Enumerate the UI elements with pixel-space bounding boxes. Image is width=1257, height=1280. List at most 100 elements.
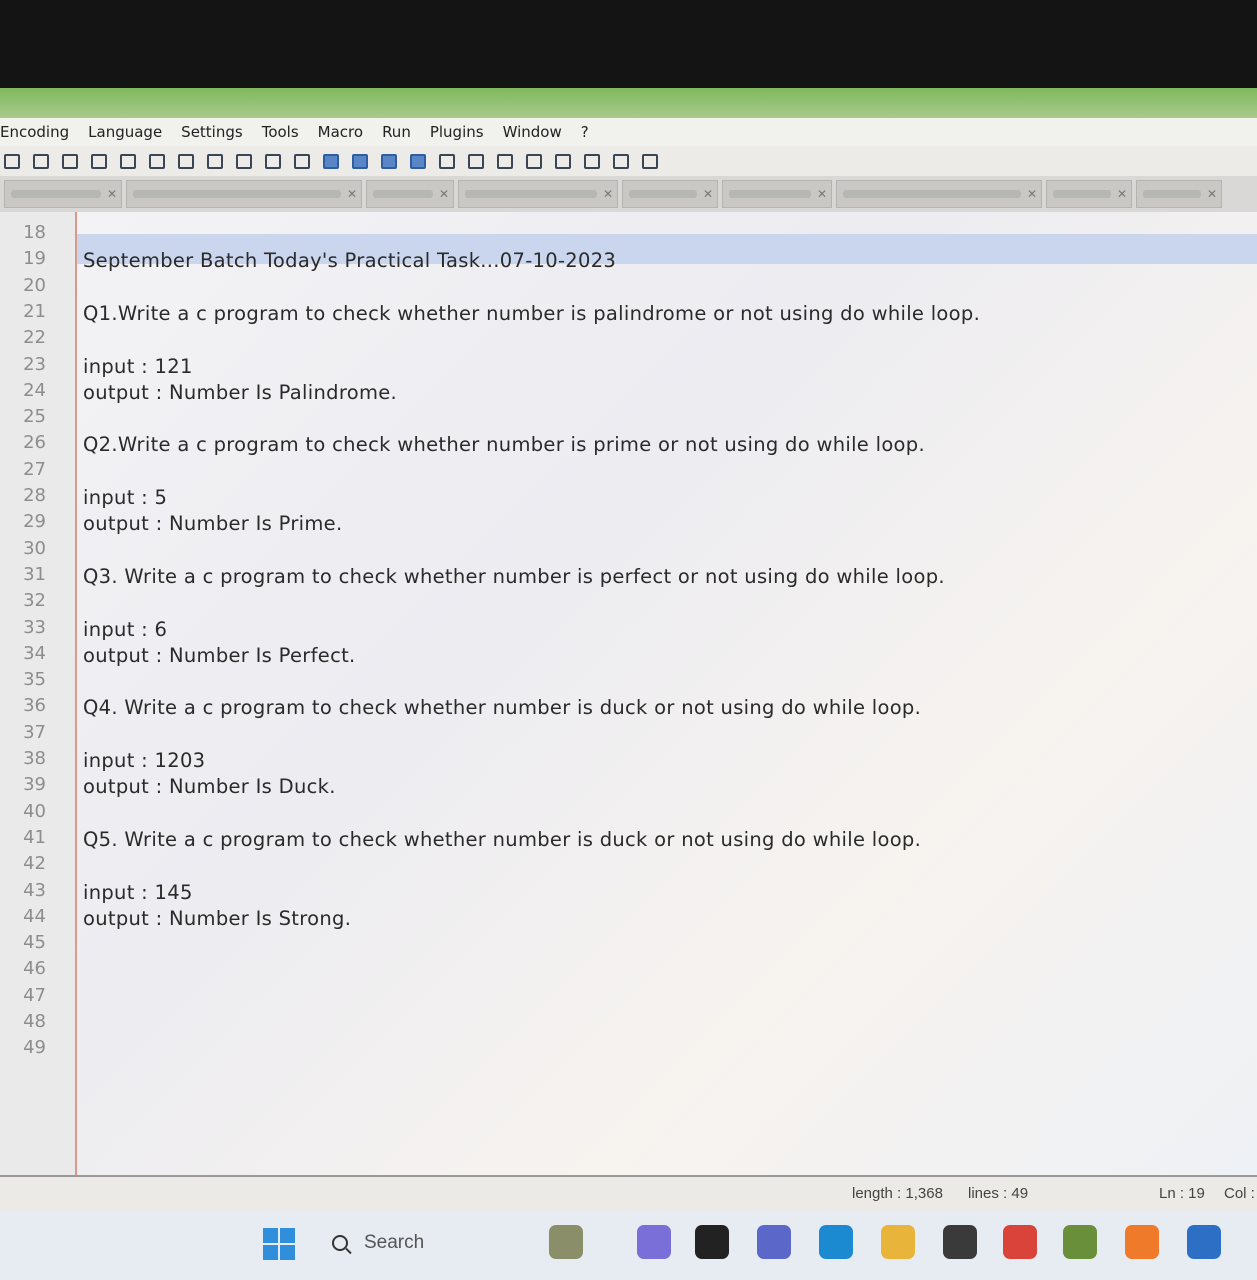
cut-icon[interactable] (2, 151, 22, 171)
file-tab[interactable]: ✕ (366, 180, 454, 208)
menu-item[interactable]: Run (382, 123, 411, 141)
find-icon[interactable] (147, 151, 167, 171)
line-number: 27 (23, 458, 46, 480)
undo-icon[interactable] (89, 151, 109, 171)
close-icon[interactable]: ✕ (603, 187, 613, 201)
editor-line[interactable]: output : Number Is Prime. (83, 512, 342, 535)
close-icon[interactable]: ✕ (439, 187, 449, 201)
file-tab[interactable]: ✕ (4, 180, 122, 208)
sync-h-icon[interactable] (292, 151, 312, 171)
editor-line[interactable]: Q3. Write a c program to check whether n… (83, 565, 945, 588)
editor-line[interactable]: output : Number Is Perfect. (83, 644, 356, 667)
line-number: 29 (23, 511, 46, 533)
editor-line[interactable]: input : 121 (83, 355, 193, 378)
teams-chat-icon[interactable] (757, 1225, 791, 1259)
editor-line[interactable]: Q5. Write a c program to check whether n… (83, 828, 921, 851)
file-tab[interactable]: ✕ (126, 180, 362, 208)
close-icon[interactable]: ✕ (703, 187, 713, 201)
editor-line[interactable]: Q1.Write a c program to check whether nu… (83, 302, 980, 325)
edge-icon[interactable] (819, 1225, 853, 1259)
chrome-icon[interactable] (1003, 1225, 1037, 1259)
menu-item[interactable]: Plugins (430, 123, 484, 141)
editor-line[interactable]: input : 145 (83, 881, 193, 904)
menu-item[interactable]: Tools (262, 123, 299, 141)
close-icon[interactable]: ✕ (817, 187, 827, 201)
widgets-icon[interactable] (549, 1225, 583, 1259)
menu-item[interactable]: Language (88, 123, 162, 141)
save-macro-icon[interactable] (640, 151, 660, 171)
line-number: 23 (23, 353, 46, 375)
monitoring-icon[interactable] (495, 151, 515, 171)
redo-icon[interactable] (118, 151, 138, 171)
line-number: 47 (23, 984, 46, 1006)
search-placeholder: Search (364, 1232, 425, 1253)
stop-record-icon[interactable] (553, 151, 573, 171)
replace-icon[interactable] (176, 151, 196, 171)
record-macro-icon[interactable] (524, 151, 544, 171)
editor-line[interactable]: input : 6 (83, 618, 167, 641)
close-icon[interactable]: ✕ (347, 187, 357, 201)
zoom-out-icon[interactable] (234, 151, 254, 171)
menu-item[interactable]: Window (503, 123, 562, 141)
menu-item[interactable]: Settings (181, 123, 243, 141)
start-button-icon[interactable] (263, 1228, 295, 1260)
run-macro-multiple-icon[interactable] (611, 151, 631, 171)
taskbar-search[interactable]: Search (320, 1223, 520, 1263)
editor-line[interactable]: Q2.Write a c program to check whether nu… (83, 433, 925, 456)
firefox-icon[interactable] (1125, 1225, 1159, 1259)
file-tab[interactable]: ✕ (722, 180, 832, 208)
menu-item[interactable]: ? (581, 123, 589, 141)
editor-line[interactable]: September Batch Today's Practical Task..… (83, 249, 616, 272)
line-number: 48 (23, 1011, 46, 1032)
file-tab[interactable]: ✕ (1136, 180, 1222, 208)
close-icon[interactable]: ✕ (1117, 187, 1127, 201)
editor-line[interactable]: output : Number Is Strong. (83, 907, 351, 930)
word-wrap-icon[interactable] (321, 151, 341, 171)
copilot-icon[interactable] (637, 1225, 671, 1259)
zoom-in-icon[interactable] (205, 151, 225, 171)
doc-map-icon[interactable] (408, 151, 428, 171)
line-number: 40 (23, 800, 46, 822)
line-number: 41 (23, 826, 46, 848)
show-all-chars-icon[interactable] (350, 151, 370, 171)
line-number: 26 (23, 432, 46, 454)
menu-item[interactable]: Macro (318, 123, 363, 141)
line-number: 46 (23, 958, 46, 980)
search-icon (332, 1235, 348, 1251)
line-number: 44 (23, 905, 46, 927)
function-list-icon[interactable] (437, 151, 457, 171)
line-number: 21 (23, 300, 46, 322)
playback-macro-icon[interactable] (582, 151, 602, 171)
close-icon[interactable]: ✕ (107, 187, 117, 201)
photos-icon[interactable] (1063, 1225, 1097, 1259)
vscode-like-icon[interactable] (1187, 1225, 1221, 1259)
close-icon[interactable]: ✕ (1207, 187, 1217, 201)
text-editor[interactable]: 18 19 September Batch Today's Practical Ta… (0, 212, 1257, 1175)
sticky-app-icon[interactable] (943, 1225, 977, 1259)
paste-icon[interactable] (60, 151, 80, 171)
window-title-bar (0, 88, 1257, 118)
line-number: 42 (23, 853, 46, 875)
line-number: 38 (23, 748, 46, 769)
editor-line[interactable]: input : 1203 (83, 749, 205, 772)
file-tab[interactable]: ✕ (836, 180, 1042, 208)
copy-icon[interactable] (31, 151, 51, 171)
file-explorer-icon[interactable] (881, 1225, 915, 1259)
line-number: 33 (23, 616, 46, 638)
line-number: 34 (23, 642, 46, 664)
indent-guide-icon[interactable] (379, 151, 399, 171)
file-tab[interactable]: ✕ (622, 180, 718, 208)
file-tab[interactable]: ✕ (458, 180, 618, 208)
editor-line[interactable]: output : Number Is Palindrome. (83, 381, 397, 404)
sync-v-icon[interactable] (263, 151, 283, 171)
editor-line[interactable]: input : 5 (83, 486, 167, 509)
close-icon[interactable]: ✕ (1027, 187, 1037, 201)
line-number: 43 (23, 879, 46, 901)
editor-line[interactable]: Q4. Write a c program to check whether n… (83, 696, 921, 719)
folder-workspace-icon[interactable] (466, 151, 486, 171)
menu-item[interactable]: Encoding (0, 123, 69, 141)
task-view-icon[interactable] (695, 1225, 729, 1259)
file-tab[interactable]: ✕ (1046, 180, 1132, 208)
editor-line[interactable]: output : Number Is Duck. (83, 775, 336, 798)
line-number: 24 (23, 379, 46, 401)
